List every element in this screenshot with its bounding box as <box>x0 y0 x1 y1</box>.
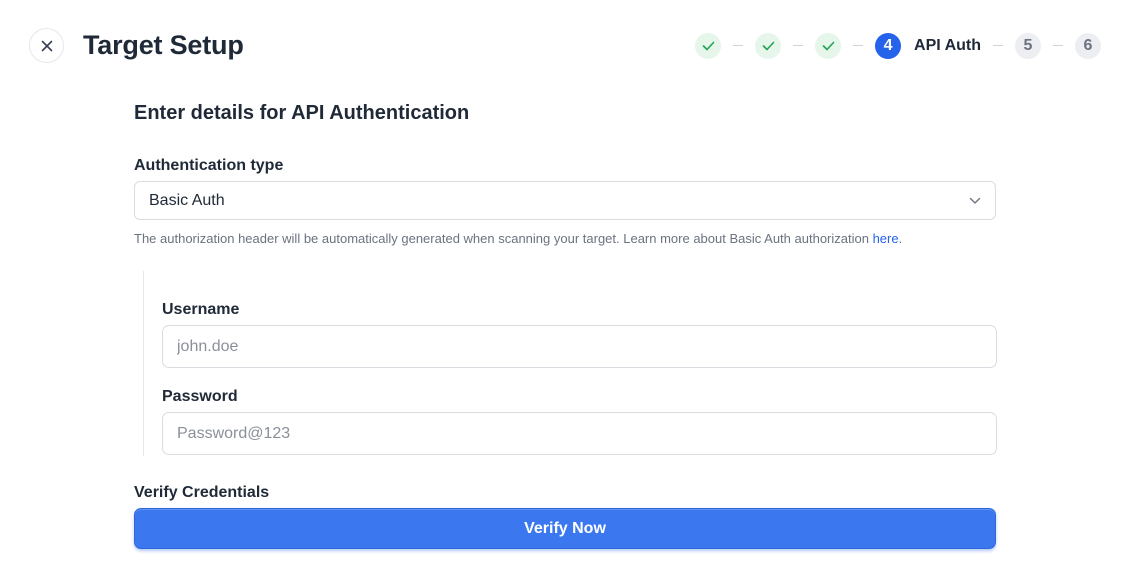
step-1[interactable] <box>695 32 722 59</box>
step-6-circle: 6 <box>1075 32 1101 59</box>
check-icon <box>822 41 834 50</box>
step-separator <box>993 44 1003 47</box>
step-separator <box>793 44 804 47</box>
step-6: 6 <box>1075 32 1101 59</box>
auth-help-text: The authorization header will be automat… <box>134 231 902 247</box>
auth-type-label: Authentication type <box>134 157 284 174</box>
step-3-circle <box>815 32 842 59</box>
step-separator <box>733 44 744 47</box>
check-icon <box>762 41 774 50</box>
step-separator <box>853 44 864 47</box>
step-2-circle <box>755 32 782 59</box>
username-input[interactable] <box>162 325 997 368</box>
step-2[interactable] <box>755 32 782 59</box>
step-5: 5 <box>1015 32 1041 59</box>
verify-credentials-label: Verify Credentials <box>134 484 270 501</box>
close-icon <box>41 40 52 51</box>
chevron-down-icon <box>969 197 981 204</box>
step-separator <box>1053 44 1063 47</box>
help-text-body: The authorization header will be automat… <box>134 231 873 246</box>
close-button[interactable] <box>29 28 64 63</box>
help-link[interactable]: here <box>873 231 899 246</box>
step-4: 4 API Auth <box>875 32 981 59</box>
page-title: Target Setup <box>83 30 244 60</box>
step-1-circle <box>695 32 722 59</box>
auth-form: Enter details for API Authentication Aut… <box>134 100 997 549</box>
progress-stepper: 4 API Auth 5 6 <box>695 32 1101 59</box>
step-5-circle: 5 <box>1015 32 1041 59</box>
password-input[interactable] <box>162 412 997 455</box>
check-icon <box>702 41 714 50</box>
help-text-suffix: . <box>898 231 903 246</box>
auth-type-select[interactable]: Basic Auth <box>134 181 996 220</box>
auth-type-value: Basic Auth <box>149 191 225 209</box>
step-4-circle: 4 <box>875 32 902 59</box>
step-3[interactable] <box>815 32 842 59</box>
step-4-label: API Auth <box>914 36 981 54</box>
section-title: Enter details for API Authentication <box>134 102 470 124</box>
password-label: Password <box>162 388 238 405</box>
verify-now-button[interactable]: Verify Now <box>134 508 996 549</box>
username-label: Username <box>162 301 240 318</box>
credentials-panel: Username Password <box>143 271 997 456</box>
